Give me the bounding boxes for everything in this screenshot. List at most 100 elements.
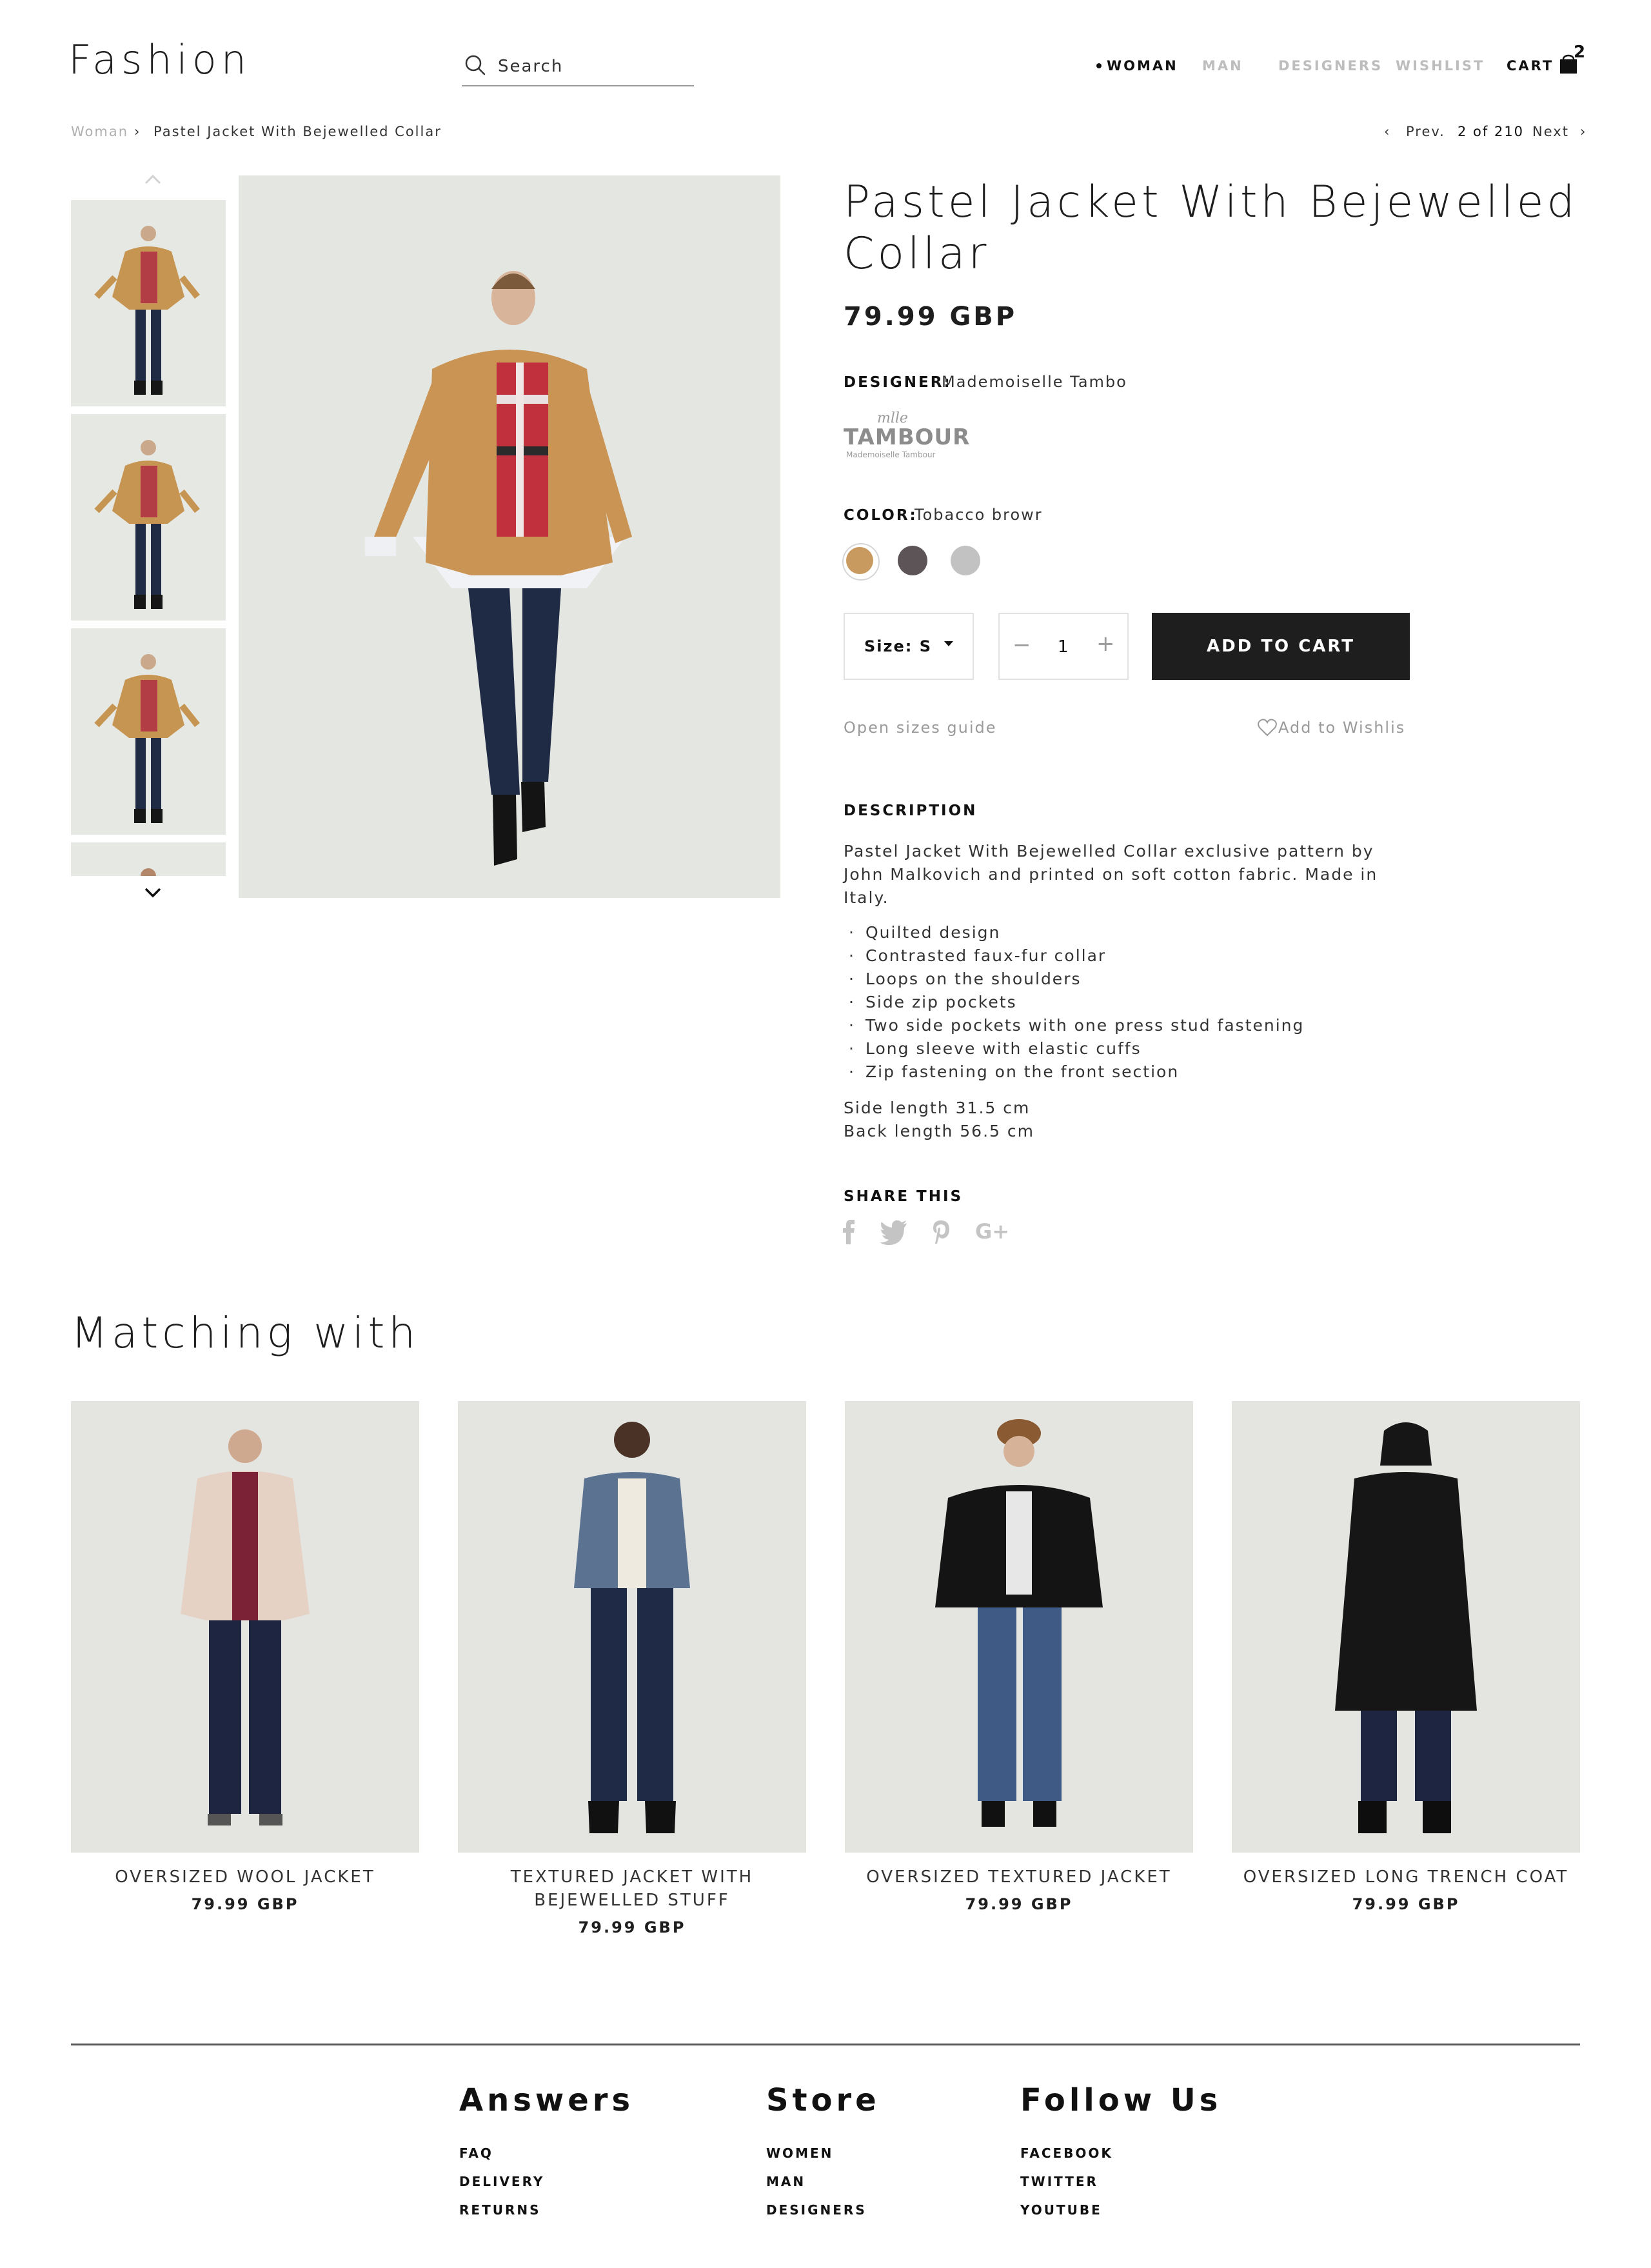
quantity-value[interactable]: 1	[1058, 637, 1069, 657]
footer-link-faq[interactable]: FAQ	[459, 2145, 493, 2161]
thumbnail-photo	[94, 226, 200, 395]
pinterest-icon[interactable]	[931, 1219, 951, 1245]
size-select-value: Size: S	[864, 637, 932, 655]
color-swatch-charcoal[interactable]	[898, 546, 927, 575]
product-photo	[181, 1429, 310, 1825]
next-chevron-icon[interactable]: ›	[1580, 124, 1587, 139]
designer-logo[interactable]: mlle TAMBOUR Mademoiselle Tambour	[844, 410, 969, 462]
product-photo	[935, 1419, 1103, 1827]
thumbnail-3[interactable]	[71, 628, 226, 835]
thumbnail-4[interactable]	[71, 842, 226, 876]
description-heading: DESCRIPTION	[844, 802, 978, 819]
matching-product-image[interactable]	[458, 1401, 806, 1853]
color-swatch-grey[interactable]	[951, 546, 980, 575]
matching-product-price: 79.99 GBP	[578, 1918, 686, 1936]
decrease-quantity-button[interactable]: −	[1013, 632, 1031, 658]
matching-product-card[interactable]: OVERSIZED LONG TRENCH COAT 79.99 GBP	[1232, 1401, 1580, 1913]
add-to-wishlist-link[interactable]: Add to Wishlis	[1278, 719, 1405, 737]
matching-product-name[interactable]: TEXTURED JACKET WITH BEJEWELLED STUFF	[458, 1865, 806, 1912]
thumbnail-2[interactable]	[71, 414, 226, 621]
footer-link-man[interactable]: MAN	[766, 2174, 806, 2189]
prev-chevron-icon[interactable]: ‹	[1384, 124, 1390, 139]
product-position: 2 of 210	[1458, 124, 1525, 139]
facebook-icon[interactable]	[842, 1219, 856, 1245]
feature-list: Quilted design Contrasted faux-fur colla…	[844, 921, 1304, 1084]
designer-logo-subtitle: Mademoiselle Tambour	[846, 450, 936, 459]
thumbnail-photo	[94, 440, 200, 609]
size-select[interactable]: Size: S	[844, 613, 974, 680]
product-price: 79.99 GBP	[844, 302, 1018, 332]
matching-product-image[interactable]	[71, 1401, 419, 1853]
active-nav-indicator	[1096, 63, 1102, 68]
thumbnail-photo	[141, 868, 156, 876]
search-input[interactable]	[497, 54, 686, 79]
matching-product-card[interactable]: OVERSIZED TEXTURED JACKET 79.99 GBP	[845, 1401, 1193, 1913]
footer-link-delivery[interactable]: DELIVERY	[459, 2174, 544, 2189]
quantity-stepper[interactable]: − 1 +	[998, 613, 1129, 680]
matching-product-name[interactable]: OVERSIZED TEXTURED JACKET	[845, 1865, 1193, 1889]
thumbnail-photo	[94, 654, 200, 823]
prev-link[interactable]: Prev.	[1406, 124, 1445, 139]
footer-heading-answers: Answers	[459, 2082, 635, 2118]
heart-icon[interactable]	[1258, 719, 1277, 737]
add-to-cart-button[interactable]: ADD TO CART	[1152, 613, 1410, 680]
site-logo[interactable]: Fashion	[68, 36, 251, 83]
footer-link-returns[interactable]: RETURNS	[459, 2202, 541, 2218]
sizes-guide-link[interactable]: Open sizes guide	[844, 719, 997, 737]
footer-link-designers[interactable]: DESIGNERS	[766, 2202, 867, 2218]
matching-product-price: 79.99 GBP	[965, 1895, 1073, 1913]
product-title: Pastel Jacket With Bejewelled Collar	[844, 177, 1578, 279]
description-text: Pastel Jacket With Bejewelled Collar exc…	[844, 842, 1378, 907]
matching-product-price: 79.99 GBP	[1352, 1895, 1460, 1913]
footer-divider	[71, 2044, 1580, 2045]
matching-product-name[interactable]: OVERSIZED LONG TRENCH COAT	[1232, 1865, 1580, 1889]
footer-link-twitter[interactable]: TWITTER	[1020, 2174, 1098, 2189]
color-swatch-tobacco[interactable]	[846, 547, 873, 574]
matching-product-image[interactable]	[845, 1401, 1193, 1853]
breadcrumb-current: Pastel Jacket With Bejewelled Collar	[153, 124, 442, 139]
matching-product-image[interactable]	[1232, 1401, 1580, 1853]
footer-heading-follow-us: Follow Us	[1020, 2082, 1222, 2118]
feature-item: Quilted design	[844, 921, 1304, 944]
caret-down-icon	[944, 641, 953, 646]
nav-wishlist[interactable]: WISHLIST	[1396, 58, 1485, 74]
cart-link[interactable]: CART	[1507, 58, 1554, 74]
matching-product-name[interactable]: OVERSIZED WOOL JACKET	[71, 1865, 419, 1889]
google-plus-icon[interactable]: G+	[975, 1219, 1009, 1244]
matching-product-card[interactable]: TEXTURED JACKET WITH BEJEWELLED STUFF 79…	[458, 1401, 806, 1936]
product-photo	[574, 1422, 690, 1833]
thumbnails-down-arrow-icon[interactable]	[143, 886, 163, 899]
main-product-photo	[365, 271, 632, 866]
breadcrumb-woman[interactable]: Woman	[71, 124, 128, 139]
matching-product-card[interactable]: OVERSIZED WOOL JACKET 79.99 GBP	[71, 1401, 419, 1913]
back-length: Back length 56.5 cm	[844, 1122, 1034, 1140]
footer-link-women[interactable]: WOMEN	[766, 2145, 833, 2161]
thumbnails-up-arrow-icon[interactable]	[143, 173, 163, 186]
feature-item: Loops on the shoulders	[844, 968, 1304, 991]
next-link[interactable]: Next	[1532, 124, 1569, 139]
footer-heading-store: Store	[766, 2082, 880, 2118]
nav-woman[interactable]: WOMAN	[1107, 58, 1178, 74]
footer-link-youtube[interactable]: YOUTUBE	[1020, 2202, 1102, 2218]
breadcrumb-chevron-icon: ›	[134, 124, 141, 139]
feature-item: Long sleeve with elastic cuffs	[844, 1037, 1304, 1060]
designer-name[interactable]: Mademoiselle Tambo	[942, 373, 1127, 391]
measurements: Side length 31.5 cm Back length 56.5 cm	[844, 1097, 1034, 1143]
increase-quantity-button[interactable]: +	[1096, 631, 1115, 657]
feature-item: Contrasted faux-fur collar	[844, 944, 1304, 968]
footer-link-facebook[interactable]: FACEBOOK	[1020, 2145, 1113, 2161]
color-name: Tobacco browr	[914, 506, 1043, 524]
designer-logo-wordmark: TAMBOUR	[844, 424, 971, 450]
search-bar[interactable]	[462, 50, 694, 86]
cart-count-badge: 2	[1574, 43, 1586, 62]
feature-item: Zip fastening on the front section	[844, 1060, 1304, 1084]
twitter-icon[interactable]	[880, 1219, 908, 1245]
nav-designers[interactable]: DESIGNERS	[1278, 58, 1383, 74]
main-product-image[interactable]	[239, 175, 780, 898]
search-icon[interactable]	[464, 54, 486, 76]
feature-item: Side zip pockets	[844, 991, 1304, 1014]
thumbnail-1[interactable]	[71, 200, 226, 406]
designer-label: DESIGNER:	[844, 374, 952, 391]
product-photo	[1335, 1422, 1477, 1833]
nav-man[interactable]: MAN	[1202, 58, 1243, 74]
